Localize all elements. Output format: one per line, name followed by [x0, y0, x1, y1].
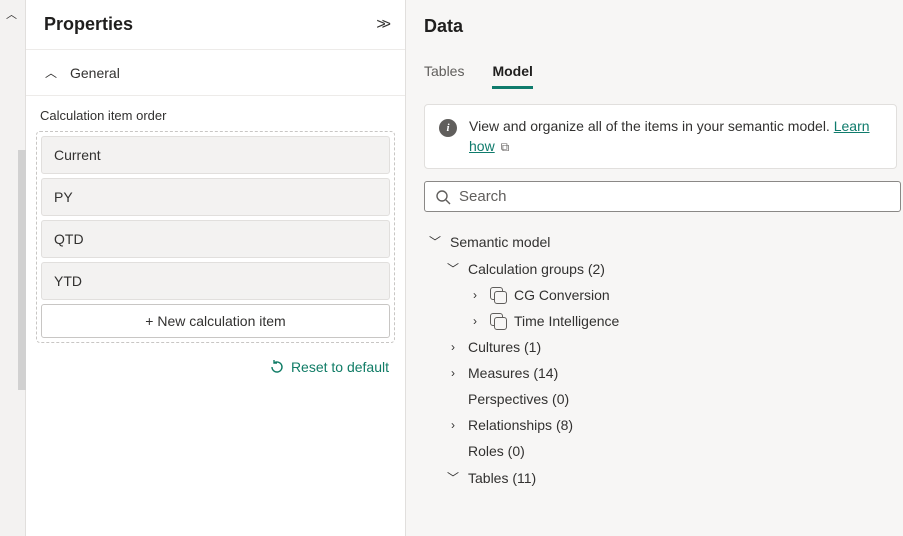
calc-item[interactable]: YTD	[41, 262, 390, 300]
section-label-general: General	[70, 65, 120, 81]
calc-group-icon	[490, 313, 506, 329]
tree-node-roles[interactable]: › Roles (0)	[424, 438, 899, 464]
reset-to-default-button[interactable]: Reset to default	[269, 359, 389, 375]
properties-panel: Properties >> ︿ General Calculation item…	[26, 0, 406, 536]
tree-label: Calculation groups (2)	[468, 261, 605, 277]
chevron-down-icon: ﹀	[446, 469, 460, 486]
model-tree: ﹀ Semantic model ﹀ Calculation groups (2…	[424, 228, 903, 491]
tree-node-relationships[interactable]: › Relationships (8)	[424, 412, 899, 438]
calc-item[interactable]: PY	[41, 178, 390, 216]
tree-node-cultures[interactable]: › Cultures (1)	[424, 334, 899, 360]
tab-model[interactable]: Model	[492, 57, 532, 89]
info-banner: i View and organize all of the items in …	[424, 104, 897, 169]
collapse-panel-icon[interactable]: >>	[376, 16, 387, 34]
scroll-up-icon[interactable]: ︿	[6, 6, 17, 22]
calc-item[interactable]: Current	[41, 136, 390, 174]
tree-label: CG Conversion	[514, 287, 610, 303]
tab-tables[interactable]: Tables	[424, 57, 464, 89]
tree-node-tables[interactable]: ﹀ Tables (11)	[424, 464, 899, 491]
data-title: Data	[424, 16, 903, 37]
tree-label: Time Intelligence	[514, 313, 619, 329]
tree-label: Relationships (8)	[468, 417, 573, 433]
data-panel: Data Tables Model i View and organize al…	[406, 0, 903, 536]
tree-label: Roles (0)	[468, 443, 525, 459]
info-icon: i	[439, 119, 457, 137]
tree-node-measures[interactable]: › Measures (14)	[424, 360, 899, 386]
tree-label: Cultures (1)	[468, 339, 541, 355]
data-tabs: Tables Model	[424, 57, 903, 90]
chevron-down-icon: ﹀	[428, 233, 442, 250]
chevron-up-icon: ︿	[44, 64, 58, 81]
calc-item-order-label: Calculation item order	[36, 108, 395, 131]
chevron-right-icon: ›	[446, 340, 460, 354]
chevron-right-icon: ›	[446, 366, 460, 380]
reset-label: Reset to default	[291, 359, 389, 375]
tree-node-calculation-groups[interactable]: ﹀ Calculation groups (2)	[424, 255, 899, 282]
calc-item[interactable]: QTD	[41, 220, 390, 258]
section-header-general[interactable]: ︿ General	[26, 49, 405, 95]
gutter-marker	[18, 150, 26, 390]
tree-node-calc-group-item[interactable]: › CG Conversion	[424, 282, 899, 308]
tree-label: Tables (11)	[468, 470, 536, 486]
search-input[interactable]	[459, 188, 890, 205]
calc-group-icon	[490, 287, 506, 303]
calc-item-order-list: Current PY QTD YTD + New calculation ite…	[36, 131, 395, 343]
chevron-right-icon: ›	[468, 314, 482, 328]
chevron-right-icon: ›	[446, 418, 460, 432]
tree-label: Semantic model	[450, 234, 550, 250]
tree-label: Measures (14)	[468, 365, 558, 381]
chevron-down-icon: ﹀	[446, 260, 460, 277]
chevron-right-icon: ›	[468, 288, 482, 302]
tree-node-semantic-model[interactable]: ﹀ Semantic model	[424, 228, 899, 255]
search-input-wrapper[interactable]	[424, 181, 901, 212]
tree-label: Perspectives (0)	[468, 391, 569, 407]
undo-icon	[269, 359, 285, 375]
tree-node-calc-group-item[interactable]: › Time Intelligence	[424, 308, 899, 334]
info-text: View and organize all of the items in yo…	[469, 117, 882, 156]
info-message: View and organize all of the items in yo…	[469, 118, 834, 134]
external-link-icon: ⧉	[501, 140, 510, 154]
collapsed-nav-gutter: ︿	[0, 0, 26, 536]
new-calc-item-button[interactable]: + New calculation item	[41, 304, 390, 338]
properties-title: Properties	[44, 14, 133, 35]
tree-node-perspectives[interactable]: › Perspectives (0)	[424, 386, 899, 412]
section-body-general: Calculation item order Current PY QTD YT…	[26, 95, 405, 393]
search-icon	[435, 189, 451, 205]
